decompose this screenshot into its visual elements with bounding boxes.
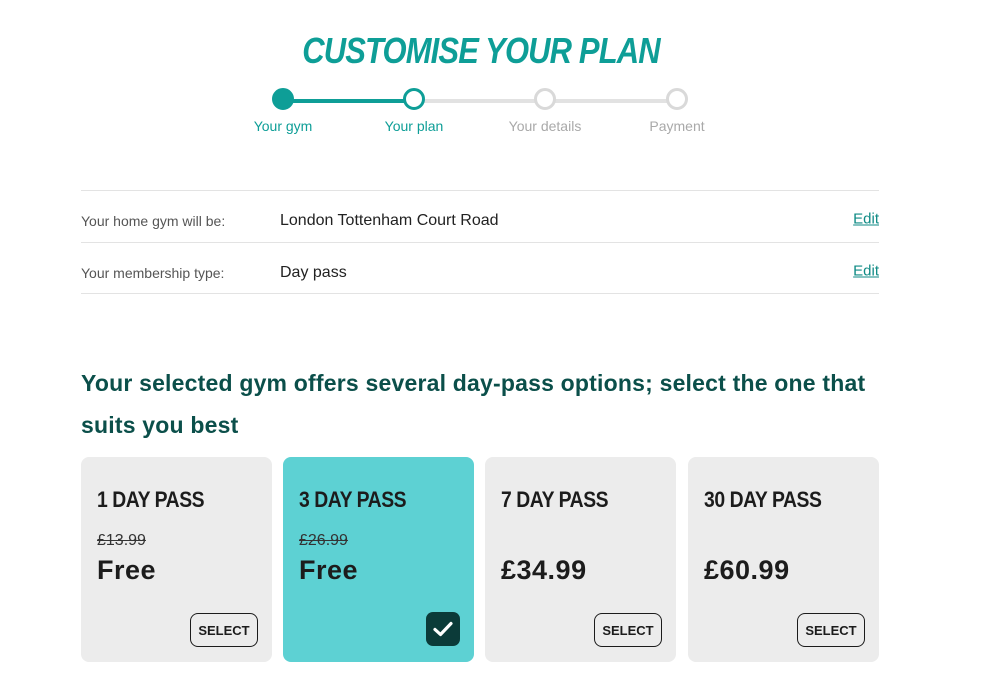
summary-value: Day pass <box>280 264 347 281</box>
summary-value: London Tottenham Court Road <box>280 212 499 229</box>
step-your-details: Your details <box>500 88 590 134</box>
edit-membership-type-link[interactable]: Edit <box>853 263 879 280</box>
step-your-plan[interactable]: Your plan <box>369 88 459 134</box>
pass-card-30-day[interactable]: 30 DAY PASS £60.99 SELECT <box>688 457 879 662</box>
pass-price: Free <box>97 555 157 585</box>
summary-row-membership-type: Your membership type: Day pass Edit <box>81 242 879 294</box>
day-pass-options: 1 DAY PASS £13.99 Free SELECT 3 DAY PASS… <box>81 457 879 662</box>
pass-old-price: £26.99 <box>299 532 348 549</box>
progress-stepper: Your gym Your plan Your details Payment <box>248 88 718 148</box>
check-icon[interactable] <box>426 612 460 646</box>
pass-title: 3 DAY PASS <box>299 487 407 512</box>
step-label: Payment <box>649 118 705 134</box>
step-payment: Payment <box>632 88 722 134</box>
step-label: Your plan <box>384 118 444 134</box>
pass-title: 30 DAY PASS <box>704 487 822 512</box>
pass-card-7-day[interactable]: 7 DAY PASS £34.99 SELECT <box>485 457 676 662</box>
pass-price: £34.99 <box>501 555 587 585</box>
pass-card-1-day[interactable]: 1 DAY PASS £13.99 Free SELECT <box>81 457 272 662</box>
pass-old-price: £13.99 <box>97 532 146 549</box>
plan-summary: Your home gym will be: London Tottenham … <box>81 190 879 294</box>
page-title: CUSTOMISE YOUR PLAN <box>302 30 660 71</box>
select-1-day-pass-button[interactable]: SELECT <box>190 613 258 647</box>
select-7-day-pass-button[interactable]: SELECT <box>594 613 662 647</box>
summary-row-home-gym: Your home gym will be: London Tottenham … <box>81 190 879 242</box>
summary-label: Your home gym will be: <box>81 213 226 229</box>
summary-label: Your membership type: <box>81 265 225 281</box>
step-dot-complete <box>272 88 294 110</box>
select-30-day-pass-button[interactable]: SELECT <box>797 613 865 647</box>
pass-title: 1 DAY PASS <box>97 487 205 512</box>
step-label: Your details <box>508 118 582 134</box>
edit-home-gym-link[interactable]: Edit <box>853 211 879 228</box>
step-label: Your gym <box>253 118 313 134</box>
pass-title: 7 DAY PASS <box>501 487 609 512</box>
pass-price: £60.99 <box>704 555 790 585</box>
pass-card-3-day[interactable]: 3 DAY PASS £26.99 Free <box>283 457 474 662</box>
step-your-gym[interactable]: Your gym <box>238 88 328 134</box>
step-dot-upcoming <box>534 88 556 110</box>
day-pass-heading: Your selected gym offers several day-pas… <box>81 370 866 438</box>
pass-price: Free <box>299 555 359 585</box>
step-dot-upcoming <box>666 88 688 110</box>
check-icon-glyph <box>433 621 453 637</box>
step-dot-current <box>403 88 425 110</box>
